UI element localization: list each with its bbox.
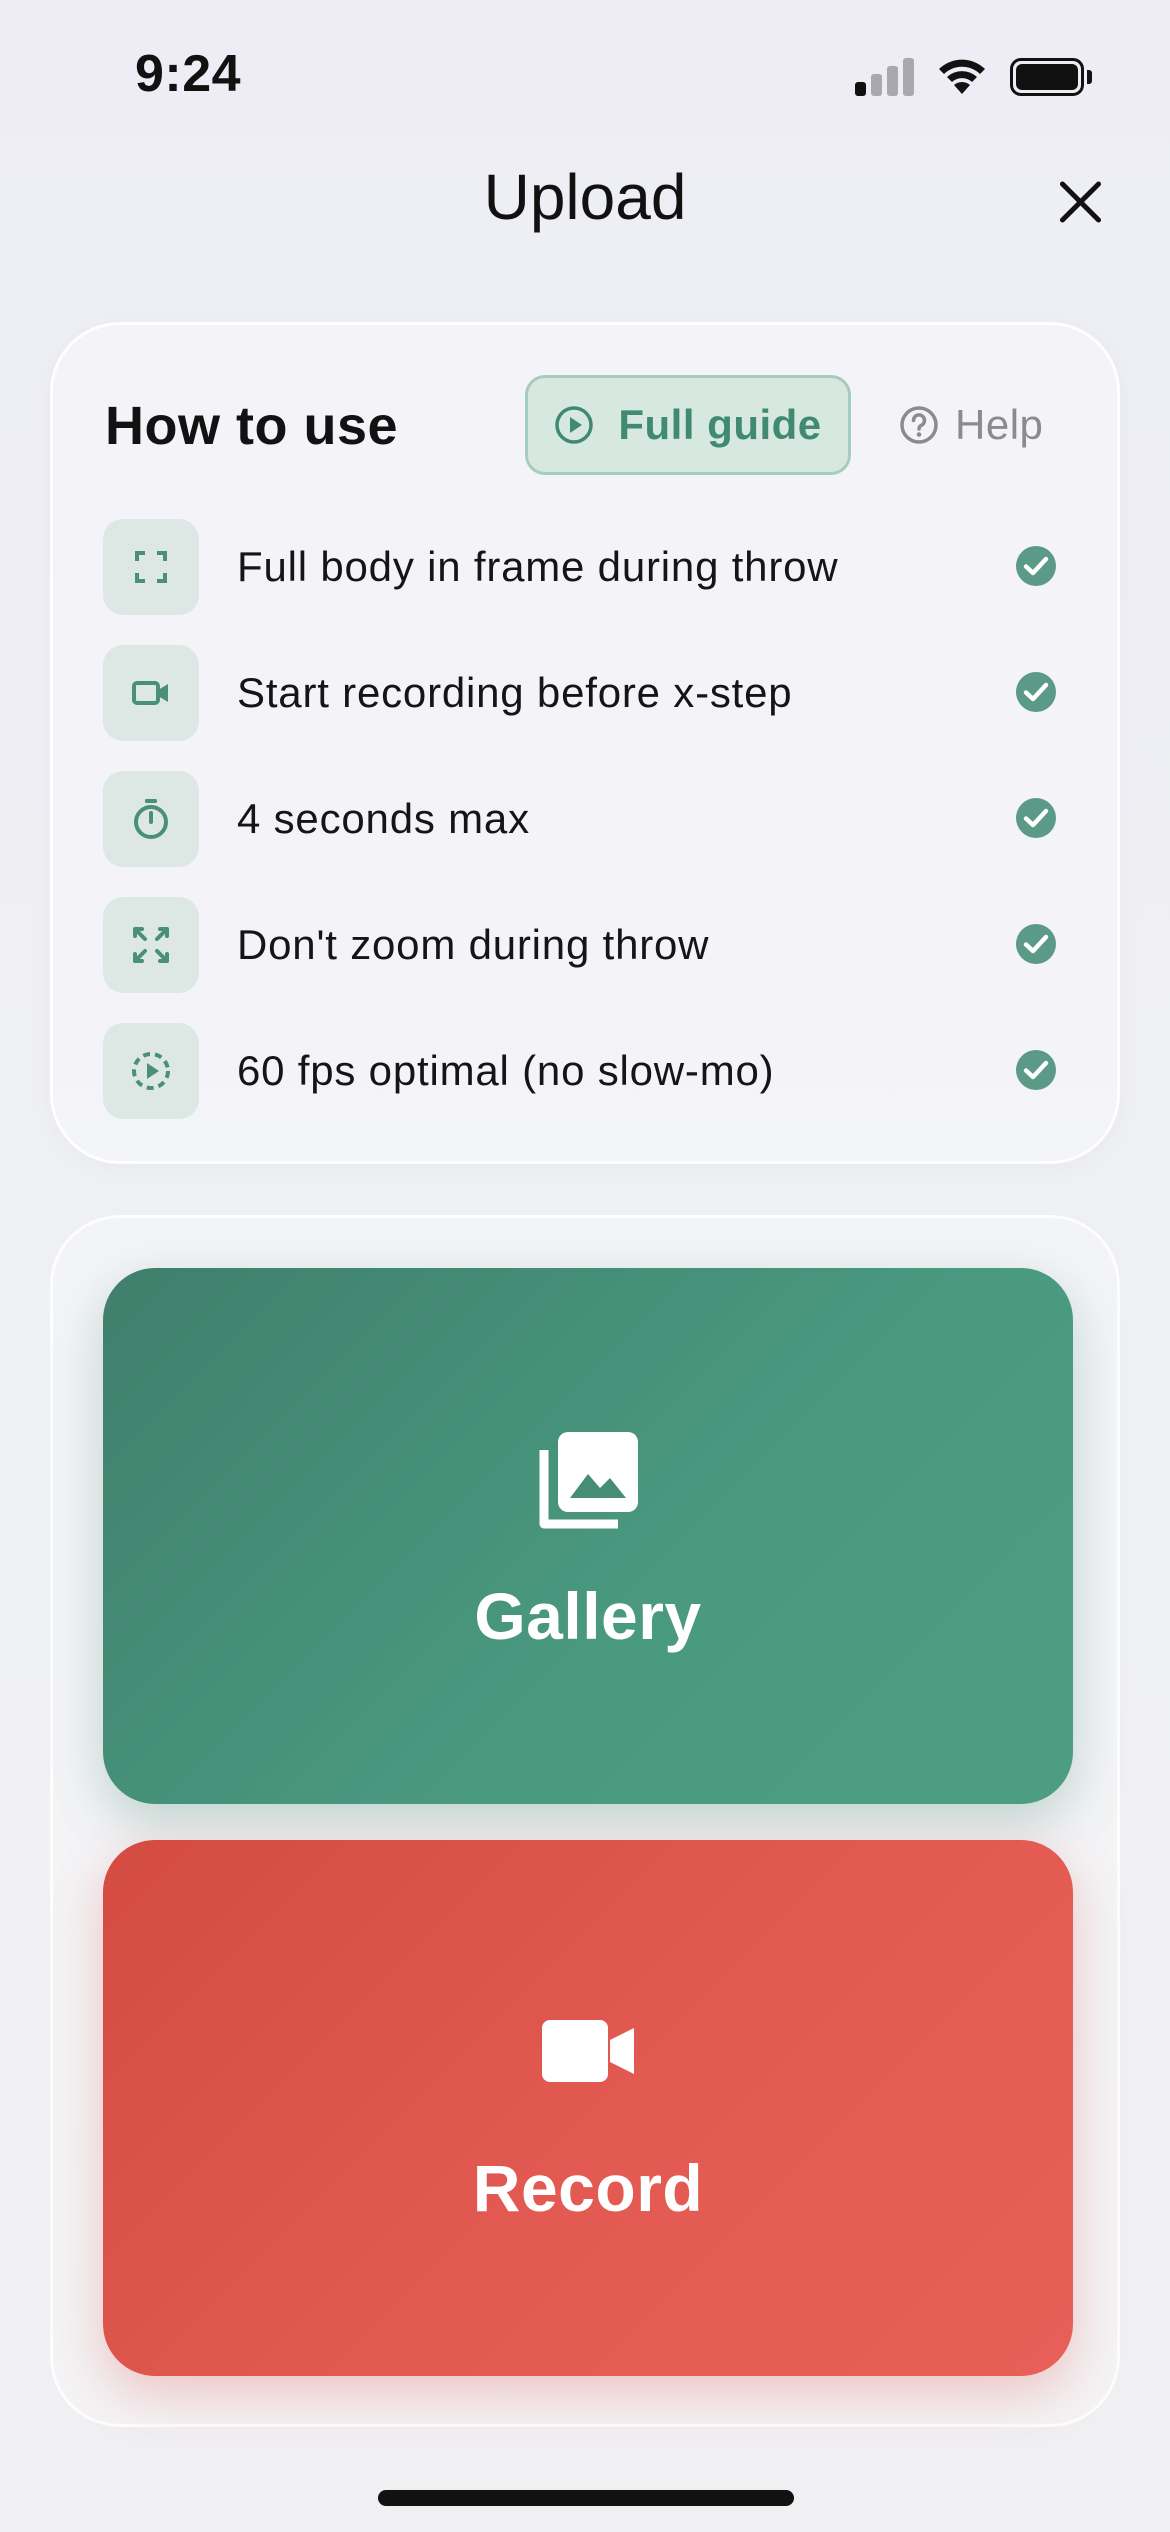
check-circle-icon <box>1016 672 1056 712</box>
how-to-use-card: How to use Full guide Help Full body in … <box>50 322 1120 1164</box>
battery-icon <box>1010 58 1092 96</box>
status-time: 9:24 <box>135 45 242 103</box>
question-circle-icon <box>900 406 938 444</box>
check-circle-icon <box>1016 798 1056 838</box>
status-bar: 9:24 <box>0 0 1170 150</box>
close-icon[interactable] <box>1050 172 1110 232</box>
list-item: Full body in frame during throw <box>103 515 1103 615</box>
full-guide-button[interactable]: Full guide <box>525 375 851 475</box>
upload-actions-card: Gallery Record <box>50 1215 1120 2427</box>
check-circle-icon <box>1016 1050 1056 1090</box>
help-label: Help <box>955 401 1044 448</box>
frame-corners-icon <box>135 551 167 583</box>
tip-text: Start recording before x-step <box>237 669 793 716</box>
home-indicator[interactable] <box>378 2490 794 2506</box>
record-label: Record <box>472 2151 704 2225</box>
tip-text: Don't zoom during throw <box>237 921 710 968</box>
play-circle-icon <box>555 406 594 444</box>
tip-text: Full body in frame during throw <box>237 543 839 590</box>
gallery-label: Gallery <box>474 1579 702 1653</box>
page-title: Upload <box>483 161 687 233</box>
list-item: 60 fps optimal (no slow-mo) <box>103 1019 1103 1119</box>
help-button[interactable]: Help <box>899 375 1043 475</box>
check-circle-icon <box>1016 546 1056 586</box>
tip-text: 4 seconds max <box>237 795 530 842</box>
wifi-icon <box>939 59 985 94</box>
full-guide-label: Full guide <box>618 401 822 448</box>
video-camera-icon <box>132 681 168 705</box>
fps-play-icon <box>132 1052 170 1090</box>
list-item: 4 seconds max <box>103 767 1103 867</box>
guide-title: How to use <box>105 396 399 456</box>
record-button[interactable]: Record <box>103 1840 1073 2376</box>
cellular-signal-icon <box>855 56 915 96</box>
list-item: Don't zoom during throw <box>103 893 1103 993</box>
gallery-button[interactable]: Gallery <box>103 1268 1073 1804</box>
video-camera-icon <box>542 2020 634 2082</box>
tip-text: 60 fps optimal (no slow-mo) <box>237 1047 775 1094</box>
check-circle-icon <box>1016 924 1056 964</box>
stopwatch-icon <box>134 799 168 839</box>
photo-library-icon <box>539 1432 638 1529</box>
list-item: Start recording before x-step <box>103 641 1103 741</box>
no-zoom-icon <box>133 927 169 963</box>
